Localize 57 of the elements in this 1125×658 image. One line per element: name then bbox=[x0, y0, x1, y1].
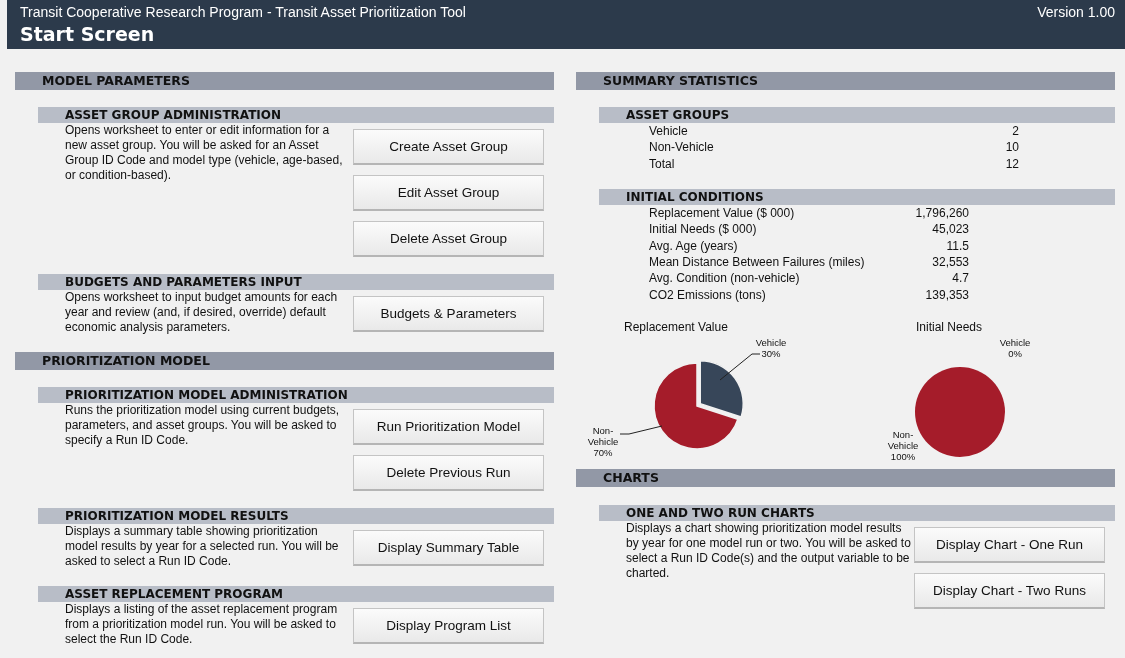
program-title: Transit Cooperative Research Program - Transit Asset Prioritization Tool bbox=[20, 4, 466, 20]
stat-label: Avg. Age (years) bbox=[649, 238, 739, 253]
stat-label: Non-Vehicle bbox=[649, 140, 715, 155]
description-text: Displays a listing of the asset replacement program from a prioritization model run. You will be asked to select the Run ID Code. bbox=[65, 602, 339, 647]
leader-line bbox=[719, 353, 761, 381]
stat-label: Avg. Condition (non-vehicle) bbox=[649, 271, 801, 286]
action-button[interactable]: Run Prioritization Model bbox=[353, 409, 544, 445]
description-text: Displays a chart showing prioritization model results by year for one model run or two. You will be asked to select a Run ID Code(s) and the output variable to be charted. bbox=[626, 520, 912, 582]
subsection-header: PRIORITIZATION MODEL ADMINISTRATION bbox=[38, 387, 554, 403]
stat-value: 12 bbox=[1004, 156, 1019, 171]
stat-value: 139,353 bbox=[924, 287, 969, 302]
action-button[interactable]: Budgets & Parameters bbox=[353, 296, 544, 332]
subsection-header: PRIORITIZATION MODEL RESULTS bbox=[38, 508, 554, 524]
stat-label: CO2 Emissions (tons) bbox=[649, 287, 767, 302]
stat-value: 2 bbox=[1011, 124, 1019, 139]
stat-value: 32,553 bbox=[931, 254, 969, 269]
description-text: Runs the prioritization model using current budgets, parameters, and asset groups. You will be asked to specify a Run ID Code. bbox=[65, 403, 341, 449]
stat-label: Mean Distance Between Failures (miles) bbox=[649, 254, 866, 269]
stat-label: Total bbox=[649, 156, 676, 171]
section-header: CHARTS bbox=[576, 468, 1115, 487]
description-text: Opens worksheet to enter or edit information for a new asset group. You will be asked for an Asset Group ID Code and model type (vehicle, age-based, or condition-based). bbox=[65, 123, 344, 184]
subsection-header: ASSET GROUP ADMINISTRATION bbox=[38, 107, 554, 123]
section-header: MODEL PARAMETERS bbox=[15, 72, 554, 90]
subsection-header: INITIAL CONDITIONS bbox=[599, 188, 1115, 205]
action-button[interactable]: Display Program List bbox=[353, 608, 544, 644]
chart-title: Replacement Value bbox=[624, 319, 728, 334]
subsection-header: ASSET REPLACEMENT PROGRAM bbox=[38, 586, 554, 602]
stat-label: Vehicle bbox=[649, 124, 689, 139]
action-button[interactable]: Display Chart - One Run bbox=[914, 526, 1105, 563]
action-button[interactable]: Delete Asset Group bbox=[353, 221, 544, 257]
data-label: Non-Vehicle 70% bbox=[586, 424, 620, 458]
description-text: Opens worksheet to input budget amounts for each year and review (and, if desired, override) default economic analysis parameters. bbox=[65, 290, 339, 335]
description-text: Displays a summary table showing prioritization model results by year for a selected run. You will be asked to select a Run ID Code. bbox=[65, 524, 340, 569]
chart-title: Initial Needs bbox=[916, 319, 983, 334]
stat-value: 11.5 bbox=[945, 238, 969, 253]
action-button[interactable]: Display Summary Table bbox=[353, 530, 544, 566]
action-button[interactable]: Create Asset Group bbox=[353, 129, 544, 165]
stat-value: 4.7 bbox=[951, 271, 969, 286]
stat-label: Replacement Value ($ 000) bbox=[649, 206, 796, 221]
data-label: Vehicle 0% bbox=[999, 336, 1031, 359]
version-label: Version 1.00 bbox=[1037, 4, 1115, 20]
data-label: Non-Vehicle 100% bbox=[886, 428, 920, 462]
leader-line bbox=[619, 425, 663, 435]
stat-value: 1,796,260 bbox=[914, 206, 969, 221]
section-header: PRIORITIZATION MODEL bbox=[15, 352, 554, 370]
action-button[interactable]: Display Chart - Two Runs bbox=[914, 572, 1105, 609]
section-header: SUMMARY STATISTICS bbox=[576, 72, 1115, 90]
stat-label: Initial Needs ($ 000) bbox=[649, 222, 758, 237]
subsection-header: ASSET GROUPS bbox=[599, 107, 1115, 123]
stat-value: 45,023 bbox=[931, 222, 969, 237]
stat-value: 10 bbox=[1004, 140, 1019, 155]
subsection-header: BUDGETS AND PARAMETERS INPUT bbox=[38, 274, 554, 290]
action-button[interactable]: Delete Previous Run bbox=[353, 455, 544, 491]
screen-title: Start Screen bbox=[20, 23, 155, 45]
data-label: Vehicle 30% bbox=[755, 336, 787, 359]
action-button[interactable]: Edit Asset Group bbox=[353, 175, 544, 211]
subsection-header: ONE AND TWO RUN CHARTS bbox=[599, 504, 1115, 521]
